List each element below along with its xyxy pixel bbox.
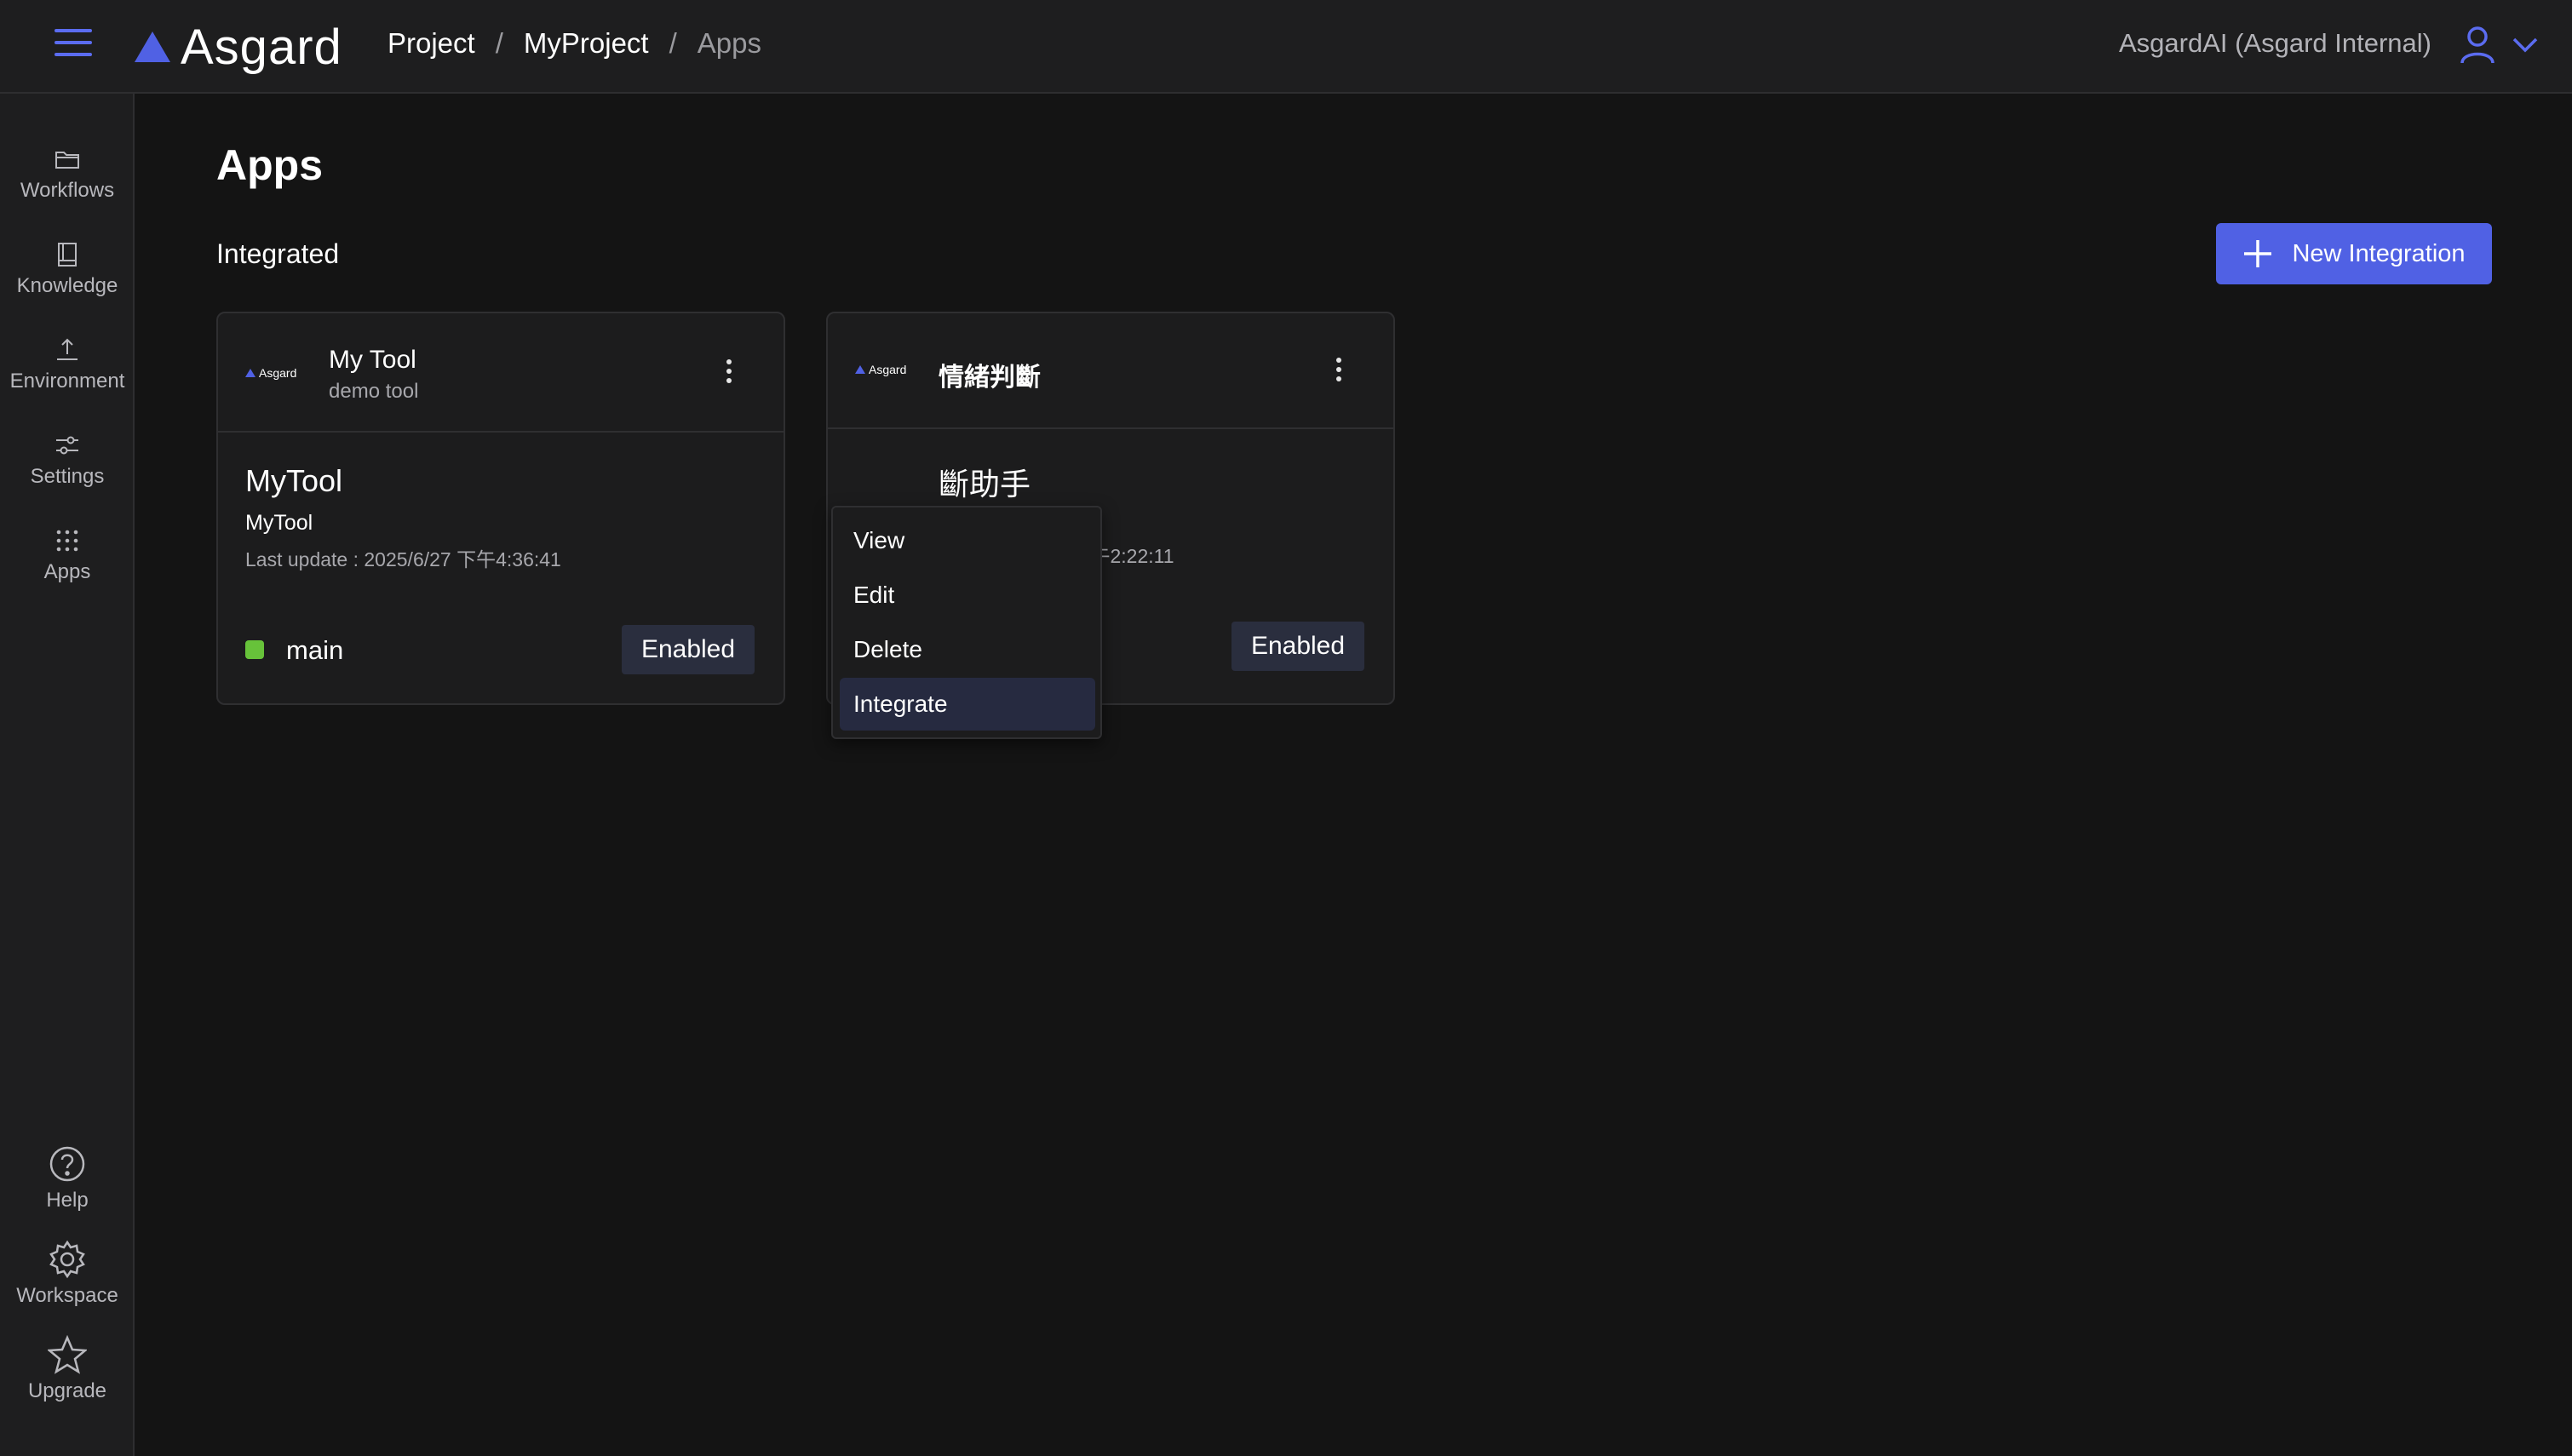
brand-name: Asgard	[181, 19, 342, 75]
breadcrumb-myproject[interactable]: MyProject	[524, 27, 649, 60]
sidebar-item-label: Upgrade	[27, 1379, 107, 1402]
app-card[interactable]: Asgard My Tool demo tool MyTool MyTool L…	[216, 312, 785, 705]
more-options-icon[interactable]	[1330, 358, 1347, 392]
book-icon	[58, 243, 77, 267]
user-icon[interactable]	[2460, 26, 2495, 65]
sidebar-item-workspace[interactable]: Workspace	[0, 1240, 135, 1325]
chevron-down-icon[interactable]	[2511, 34, 2540, 54]
triangle-logo-icon	[245, 369, 255, 377]
sidebar-item-apps[interactable]: Apps	[0, 526, 135, 611]
sidebar-item-label: Environment	[9, 370, 125, 393]
sidebar-item-label: Workspace	[16, 1284, 118, 1307]
card-header: Asgard 情緒判斷	[828, 313, 1393, 429]
main-content: Apps Integrated New Integration Asgard M…	[135, 94, 2572, 1456]
app-id: MyTool	[245, 511, 313, 535]
card-logo: Asgard	[855, 363, 906, 376]
brand-logo[interactable]: Asgard	[133, 17, 342, 77]
sidebar-item-label: Help	[46, 1189, 89, 1212]
menu-item-integrate[interactable]: Integrate	[840, 678, 1095, 731]
breadcrumb: Project / MyProject / Apps	[388, 27, 761, 60]
branch-name: main	[286, 635, 344, 665]
triangle-logo-icon	[855, 365, 865, 374]
card-title: My Tool	[329, 346, 416, 374]
hamburger-menu-icon[interactable]	[55, 29, 92, 63]
card-title: 情緒判斷	[939, 364, 1041, 392]
card-subtitle: demo tool	[329, 380, 419, 403]
menu-item-view[interactable]: View	[840, 514, 1095, 567]
triangle-logo-icon	[135, 32, 170, 62]
new-integration-label: New Integration	[2292, 239, 2466, 267]
sidebar-item-label: Knowledge	[16, 274, 118, 297]
card-logo: Asgard	[245, 366, 296, 380]
breadcrumb-project[interactable]: Project	[388, 27, 475, 60]
star-icon	[48, 1335, 87, 1374]
section-label: Integrated	[216, 238, 340, 269]
upload-icon	[57, 338, 78, 360]
new-integration-button[interactable]: New Integration	[2216, 223, 2492, 284]
card-logo-text: Asgard	[259, 366, 297, 380]
menu-item-edit[interactable]: Edit	[840, 569, 1095, 622]
grid-icon	[56, 530, 78, 552]
sidebar-item-label: Apps	[43, 560, 91, 583]
menu-item-delete[interactable]: Delete	[840, 623, 1095, 676]
sidebar-item-label: Workflows	[20, 179, 115, 202]
organization-name[interactable]: AsgardAI (Asgard Internal)	[2119, 28, 2431, 59]
card-options-menu: View Edit Delete Integrate	[831, 506, 1102, 739]
sidebar-item-environment[interactable]: Environment	[0, 335, 135, 421]
last-update: Last update : 2025/6/27 下午4:36:41	[245, 548, 561, 570]
app-name: 斷助手	[939, 467, 1031, 502]
gear-icon	[49, 1240, 85, 1279]
sidebar-item-upgrade[interactable]: Upgrade	[0, 1335, 135, 1420]
sidebar-item-label: Settings	[30, 465, 105, 488]
top-bar: Asgard Project / MyProject / Apps Asgard…	[0, 0, 2572, 94]
card-header: Asgard My Tool demo tool	[218, 313, 784, 433]
sliders-icon	[56, 436, 78, 455]
sidebar-item-knowledge[interactable]: Knowledge	[0, 240, 135, 325]
sidebar-item-workflows[interactable]: Workflows	[0, 145, 135, 230]
page-title: Apps	[216, 141, 323, 189]
status-dot	[245, 640, 264, 659]
sidebar-item-help[interactable]: Help	[0, 1144, 135, 1230]
status-badge: Enabled	[622, 625, 755, 674]
status-badge: Enabled	[1231, 622, 1364, 671]
breadcrumb-current: Apps	[697, 27, 761, 59]
plus-icon	[2244, 240, 2272, 267]
help-icon	[49, 1146, 85, 1182]
app-name: MyTool	[245, 463, 343, 498]
card-logo-text: Asgard	[869, 363, 907, 376]
breadcrumb-separator: /	[669, 27, 677, 59]
sidebar: Workflows Knowledge Environment Settings…	[0, 94, 135, 1456]
more-options-icon[interactable]	[721, 359, 738, 393]
sidebar-item-settings[interactable]: Settings	[0, 431, 135, 516]
breadcrumb-separator: /	[495, 27, 503, 59]
folder-icon	[55, 152, 79, 169]
